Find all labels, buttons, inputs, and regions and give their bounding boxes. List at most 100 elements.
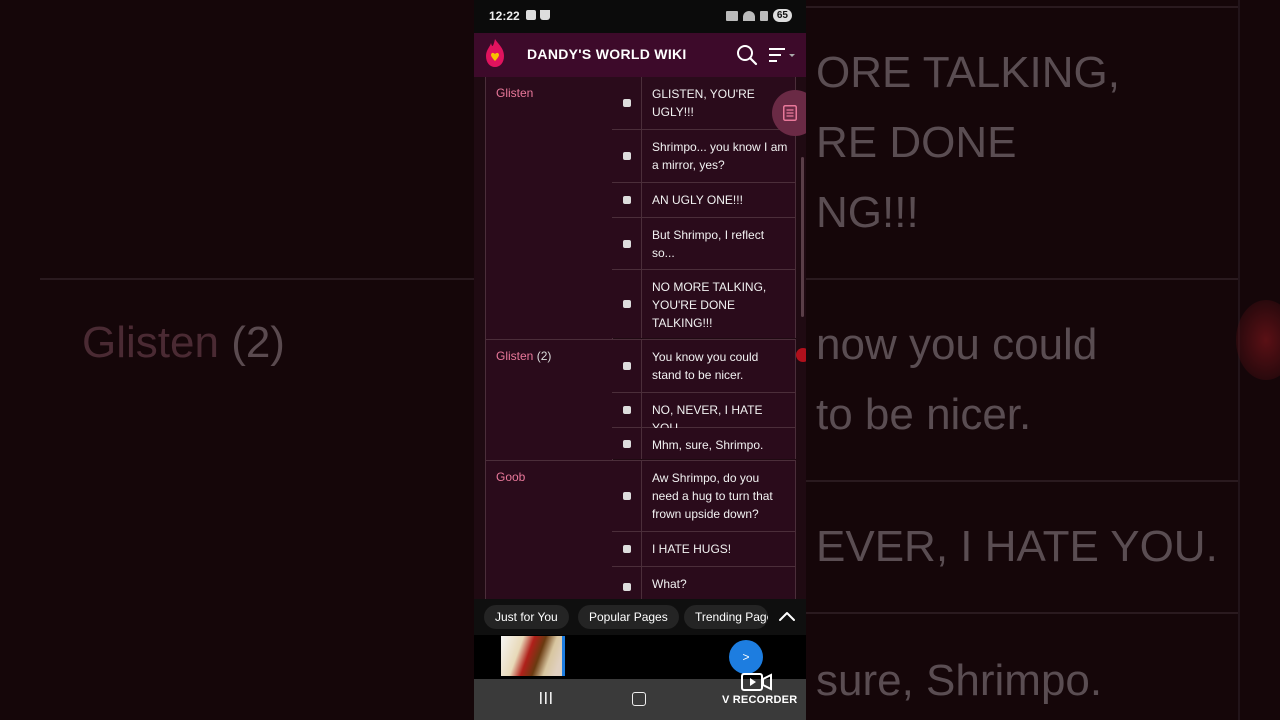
table-row: Goob Aw Shrimpo, do you need a hug to tu… xyxy=(485,461,796,599)
speaker-icon xyxy=(623,545,631,553)
speaker-icon xyxy=(623,99,631,107)
speaker-avatar xyxy=(612,567,642,599)
wifi-icon xyxy=(742,10,755,21)
speaker-icon xyxy=(623,152,631,160)
dialogue-text: Aw Shrimpo, do you need a hug to turn th… xyxy=(652,471,773,521)
dialogue-text: You know you could stand to be nicer. xyxy=(652,350,759,382)
dialogue-line: NO MORE TALKING, YOU'RE DONE TALKING!!! xyxy=(612,270,796,338)
background-text-line: NG!!! xyxy=(816,188,919,237)
recorder-watermark: V RECORDER xyxy=(722,694,798,706)
wiki-header: DANDY'S WORLD WIKI xyxy=(474,33,806,77)
speaker-avatar xyxy=(612,130,642,182)
speaker-icon xyxy=(623,196,631,204)
dialogue-text: Shrimpo... you know I am a mirror, yes? xyxy=(652,140,788,172)
dialogue-line: Shrimpo... you know I am a mirror, yes? xyxy=(612,130,796,183)
status-time: 12:22 xyxy=(489,9,520,23)
background-divider xyxy=(806,612,1240,614)
recommendation-tabs: Just for You Popular Pages Trending Page… xyxy=(474,599,806,635)
character-name-link[interactable]: Glisten (2) xyxy=(496,349,551,363)
background-text-line: ORE TALKING, xyxy=(816,48,1121,97)
speaker-icon xyxy=(623,492,631,500)
character-name[interactable]: Goob xyxy=(496,470,525,484)
background-name: Glisten xyxy=(82,318,219,367)
tab-trending-pages[interactable]: Trending Pages xyxy=(684,605,768,629)
table-row: Glisten (2) You know you could stand to … xyxy=(485,340,796,461)
speaker-icon xyxy=(623,362,631,370)
character-name[interactable]: Glisten xyxy=(496,86,533,100)
background-divider xyxy=(806,278,1240,280)
speaker-avatar xyxy=(612,532,642,566)
dialogue-text: AN UGLY ONE!!! xyxy=(652,193,743,207)
background-name-count: (2) xyxy=(231,318,285,367)
speaker-icon xyxy=(623,406,631,414)
dialogue-line: NO, NEVER, I HATE YOU. xyxy=(612,393,796,435)
menu-icon[interactable] xyxy=(769,47,799,63)
home-button-icon[interactable] xyxy=(632,692,646,706)
dialogue-text: I HATE HUGS! xyxy=(652,542,732,556)
speaker-avatar xyxy=(612,183,642,217)
speaker-avatar xyxy=(612,461,642,531)
dialogue-line: Mhm, sure, Shrimpo. xyxy=(612,428,796,459)
dialogue-text: What? xyxy=(652,577,687,591)
background-text-line: sure, Shrimpo. xyxy=(816,656,1103,705)
character-cell: Glisten (2) xyxy=(485,340,613,460)
table-row: Glisten GLISTEN, YOU'RE UGLY!!! Shrimpo.… xyxy=(485,77,796,340)
background-divider xyxy=(806,480,1240,482)
speaker-avatar xyxy=(612,428,642,459)
character-name-link[interactable]: Goob xyxy=(496,470,525,484)
character-variant-number: (2) xyxy=(536,349,552,363)
speaker-avatar xyxy=(612,218,642,269)
dialogue-line: I HATE HUGS! xyxy=(612,532,796,567)
speaker-avatar xyxy=(612,77,642,129)
recents-icon[interactable] xyxy=(539,691,553,705)
background-text-line: now you could xyxy=(816,320,1098,369)
character-cell: Glisten xyxy=(485,77,613,339)
signal-icon xyxy=(759,10,768,21)
tab-popular-pages[interactable]: Popular Pages xyxy=(578,605,679,629)
background-text-line: to be nicer. xyxy=(816,390,1032,439)
wiki-title[interactable]: DANDY'S WORLD WIKI xyxy=(527,46,687,62)
dialogue-line: You know you could stand to be nicer. xyxy=(612,340,796,393)
android-nav-bar: V RECORDER xyxy=(474,673,806,720)
ad-next-button[interactable]: > xyxy=(729,640,763,674)
dialogue-line: AN UGLY ONE!!! xyxy=(612,183,796,218)
background-divider xyxy=(40,278,474,280)
background-text-line: EVER, I HATE YOU. xyxy=(816,522,1218,571)
video-recorder-icon xyxy=(741,673,772,691)
dialogue-text: GLISTEN, YOU'RE UGLY!!! xyxy=(652,87,755,119)
speaker-icon xyxy=(623,583,631,591)
status-icons: 65 xyxy=(725,9,792,22)
ad-thumbnail[interactable] xyxy=(501,636,565,676)
dialogue-text: Mhm, sure, Shrimpo. xyxy=(652,438,764,452)
cast-icon xyxy=(725,10,738,21)
dialogue-line: But Shrimpo, I reflect so... xyxy=(612,218,796,270)
character-name-link[interactable]: Glisten xyxy=(496,86,533,100)
fandom-logo-icon[interactable] xyxy=(484,38,506,68)
speaker-avatar xyxy=(612,340,642,392)
tab-just-for-you[interactable]: Just for You xyxy=(484,605,569,629)
dialogue-line: GLISTEN, YOU'RE UGLY!!! xyxy=(612,77,796,130)
speaker-avatar xyxy=(612,393,642,427)
background-text-line: RE DONE xyxy=(816,118,1017,167)
speaker-avatar xyxy=(612,270,642,338)
status-bar: 12:22 65 xyxy=(474,0,806,33)
document-icon xyxy=(783,105,797,121)
background-divider xyxy=(806,6,1240,8)
battery-indicator: 65 xyxy=(772,9,792,22)
dialogue-line: Aw Shrimpo, do you need a hug to turn th… xyxy=(612,461,796,532)
dialogue-line: What? xyxy=(612,567,796,599)
speaker-icon xyxy=(623,239,631,248)
chevron-up-icon[interactable] xyxy=(778,609,796,623)
dialogue-table-area[interactable]: Glisten GLISTEN, YOU'RE UGLY!!! Shrimpo.… xyxy=(474,77,806,599)
scrollbar-thumb[interactable] xyxy=(801,157,804,317)
character-name[interactable]: Glisten xyxy=(496,349,533,363)
background-left-panel: Glisten (2) xyxy=(0,0,474,720)
speaker-icon xyxy=(623,300,631,308)
background-right-panel: ORE TALKING, RE DONE NG!!! now you could… xyxy=(806,0,1280,720)
notification-icon xyxy=(526,10,536,20)
crown-icon xyxy=(540,10,550,20)
recording-indicator-dot xyxy=(796,348,806,362)
search-icon[interactable] xyxy=(736,44,758,66)
background-name-text: Glisten (2) xyxy=(82,318,285,368)
dialogue-text: NO MORE TALKING, YOU'RE DONE TALKING!!! xyxy=(652,280,767,330)
